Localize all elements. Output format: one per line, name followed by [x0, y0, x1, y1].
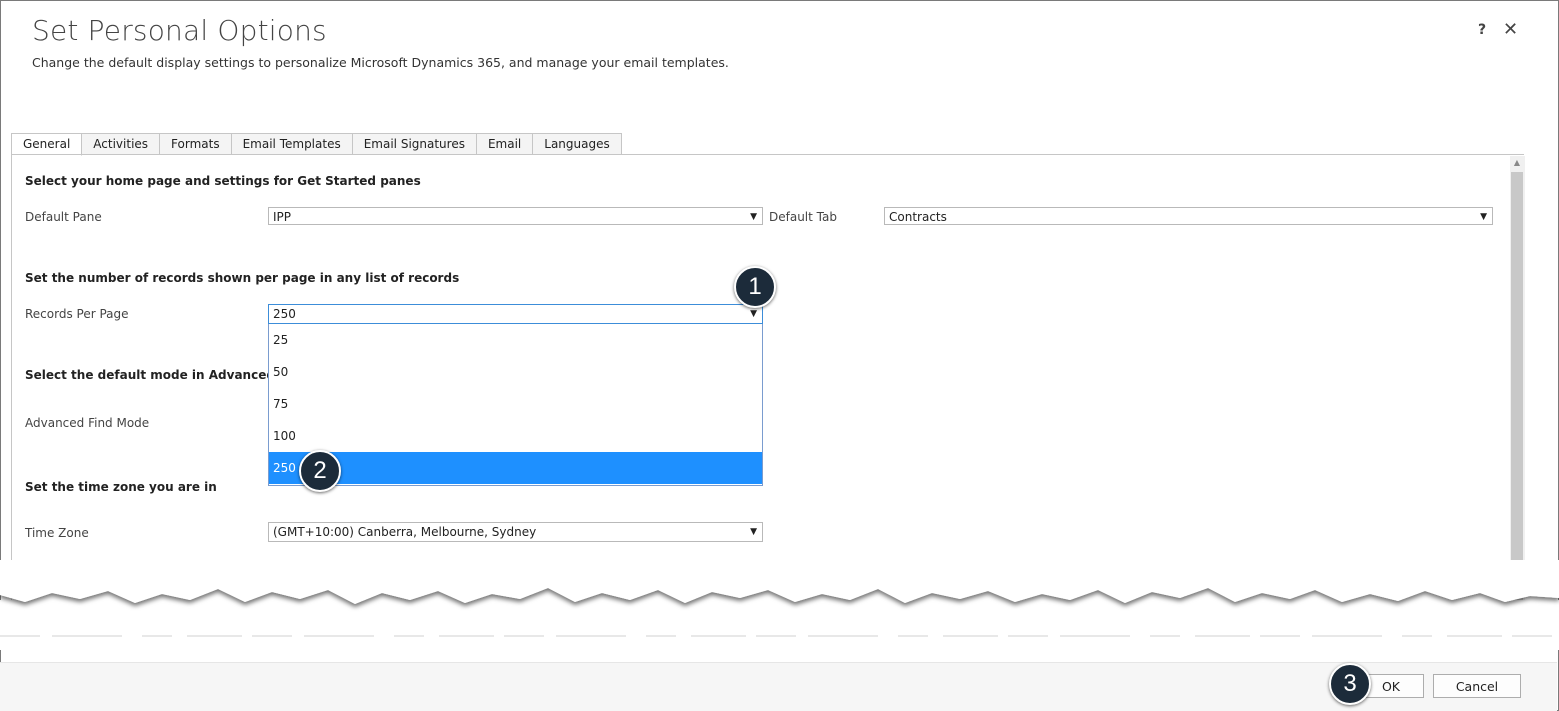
default-pane-value: IPP	[273, 210, 292, 224]
help-icon[interactable]: ?	[1478, 22, 1486, 38]
callout-badge-2: 2	[299, 450, 341, 492]
timezone-section-heading: Set the time zone you are in	[25, 480, 217, 494]
callout-badge-1: 1	[734, 266, 776, 308]
records-option-250[interactable]: 250	[269, 452, 762, 484]
records-option-75[interactable]: 75	[269, 388, 762, 420]
default-pane-label: Default Pane	[25, 210, 102, 224]
records-section-heading: Set the number of records shown per page…	[25, 271, 460, 285]
close-icon[interactable]: ✕	[1503, 19, 1518, 40]
default-tab-value: Contracts	[889, 210, 947, 224]
tab-general[interactable]: General	[11, 133, 83, 156]
tab-email-signatures[interactable]: Email Signatures	[352, 133, 477, 155]
tab-bar: General Activities Formats Email Templat…	[11, 133, 622, 156]
timezone-label: Time Zone	[25, 526, 89, 540]
chevron-down-icon: ▼	[750, 212, 757, 222]
tab-languages[interactable]: Languages	[533, 133, 622, 155]
dialog-footer: OK Cancel	[0, 662, 1557, 711]
records-per-page-label: Records Per Page	[25, 307, 129, 321]
scroll-up-arrow-icon[interactable]: ▲	[1511, 157, 1523, 169]
chevron-down-icon: ▼	[1480, 212, 1487, 222]
records-option-25[interactable]: 25	[269, 324, 762, 356]
tab-email-templates[interactable]: Email Templates	[231, 133, 353, 155]
tab-formats[interactable]: Formats	[160, 133, 232, 155]
default-pane-select[interactable]: IPP ▼	[268, 207, 763, 225]
chevron-down-icon: ▼	[750, 527, 757, 537]
home-section-heading: Select your home page and settings for G…	[25, 174, 421, 188]
dialog-title: Set Personal Options	[32, 14, 327, 47]
advanced-find-section-heading: Select the default mode in Advanced Find	[25, 368, 309, 382]
records-per-page-select[interactable]: 250 ▼	[268, 304, 763, 324]
advanced-find-mode-label: Advanced Find Mode	[25, 416, 150, 430]
timezone-select[interactable]: (GMT+10:00) Canberra, Melbourne, Sydney …	[268, 522, 763, 542]
scrollbar-thumb[interactable]	[1511, 172, 1523, 602]
records-per-page-value: 250	[273, 307, 296, 321]
tab-email[interactable]: Email	[476, 133, 534, 155]
default-tab-label: Default Tab	[769, 210, 837, 224]
tab-activities[interactable]: Activities	[82, 133, 161, 155]
default-tab-select[interactable]: Contracts ▼	[884, 207, 1493, 225]
callout-badge-3: 3	[1329, 663, 1371, 705]
records-option-50[interactable]: 50	[269, 356, 762, 388]
timezone-value: (GMT+10:00) Canberra, Melbourne, Sydney	[273, 525, 537, 539]
dialog-subtitle: Change the default display settings to p…	[32, 55, 729, 70]
records-option-100[interactable]: 100	[269, 420, 762, 452]
cancel-button[interactable]: Cancel	[1433, 674, 1521, 698]
records-per-page-dropdown: 25 50 75 100 250	[268, 324, 763, 486]
torn-edge-graphic	[0, 560, 1559, 650]
